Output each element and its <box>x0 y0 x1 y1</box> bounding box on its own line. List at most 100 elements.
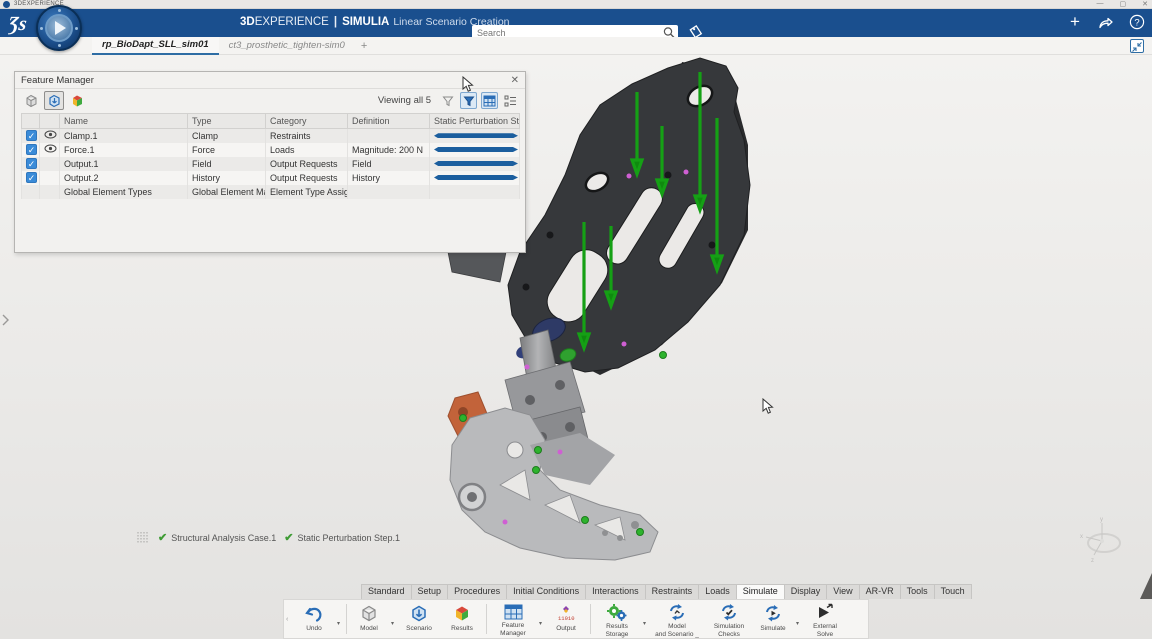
undo-dropdown-caret[interactable]: ▾ <box>334 601 343 637</box>
check-icon: ✔ <box>158 532 168 544</box>
results-view-icon[interactable] <box>67 91 87 110</box>
model-and-scenario-button[interactable]: Model and Scenario _ <box>649 601 705 638</box>
new-tab-button[interactable]: + <box>355 40 373 52</box>
minimize-button[interactable]: — <box>1097 0 1104 8</box>
ribbon-tab-ar-vr[interactable]: AR-VR <box>858 584 901 599</box>
col-name[interactable]: Name <box>59 113 188 129</box>
mouse-cursor <box>762 398 774 414</box>
results-storage-button[interactable]: Results Storage <box>594 601 640 638</box>
simulate-dropdown-caret[interactable]: ▾ <box>793 601 802 637</box>
share-button[interactable] <box>1097 13 1115 31</box>
cell-name[interactable]: Output.1 <box>59 156 188 171</box>
simulate-icon <box>763 603 783 624</box>
check-icon: ✔ <box>284 532 294 544</box>
visibility-eye-icon <box>44 130 57 139</box>
col-definition[interactable]: Definition <box>347 113 430 129</box>
table-view-icon[interactable] <box>481 92 498 109</box>
scenario-button[interactable]: Scenario <box>397 601 441 637</box>
collapse-window-icon[interactable] <box>1130 39 1144 53</box>
perturbation-step-status[interactable]: ✔ Static Perturbation Step.1 <box>284 531 400 544</box>
tree-view-icon[interactable] <box>502 92 519 109</box>
maximize-button[interactable]: ▢ <box>1120 0 1127 8</box>
simulation-checks-icon <box>719 603 739 622</box>
doc-tab-active[interactable]: rp_BioDapt_SLL_sim01 <box>92 37 219 55</box>
results-storage-dropdown-caret[interactable]: ▾ <box>640 601 649 637</box>
external-solve-button[interactable]: External Solve <box>802 601 848 638</box>
feature-manager-titlebar[interactable]: Feature Manager ✕ <box>15 72 525 89</box>
ribbon-tab-setup[interactable]: Setup <box>410 584 449 599</box>
close-button[interactable]: ✕ <box>1142 0 1148 8</box>
scenario-icon <box>409 603 429 624</box>
cell-name[interactable]: Global Element Types <box>59 184 188 199</box>
app-title: 3DEXPERIENCE | SIMULIA Linear Scenario Crea… <box>240 16 510 28</box>
table-row: ✓ Force.1 Force Loads Magnitude: 200 N <box>21 142 520 157</box>
table-row: ✓ Output.2 History Output Requests Histo… <box>21 170 520 185</box>
activation-bar[interactable] <box>434 175 518 180</box>
model-button[interactable]: Model <box>350 601 388 637</box>
svg-text:Ʒs: Ʒs <box>8 13 28 35</box>
model-view-icon[interactable] <box>21 91 41 110</box>
external-solve-icon <box>815 603 835 622</box>
panel-title: Feature Manager <box>21 74 94 86</box>
model-icon <box>359 603 379 624</box>
row-checkbox[interactable]: ✓ <box>26 144 37 155</box>
analysis-case-status[interactable]: ✔ Structural Analysis Case.1 <box>158 531 276 544</box>
feature-manager-icon <box>503 603 524 621</box>
feature-manager-button[interactable]: Feature Manager <box>490 601 536 637</box>
ribbon-tab-loads[interactable]: Loads <box>698 584 737 599</box>
filter-icon[interactable] <box>439 92 456 109</box>
undo-button[interactable]: Undo <box>294 601 334 637</box>
search-input[interactable] <box>472 27 662 38</box>
cell-name[interactable]: Clamp.1 <box>59 128 188 143</box>
3d-viewport[interactable]: Feature Manager ✕ Viewing all 5 Name Typ… <box>0 55 1152 639</box>
help-button[interactable]: ? <box>1128 13 1146 31</box>
cell-name[interactable]: Force.1 <box>59 142 188 157</box>
app-header: Ʒs 3DEXPERIENCE | SIMULIA Linear Scenario C… <box>0 5 1152 51</box>
app-icon <box>3 1 10 8</box>
panel-close-icon[interactable]: ✕ <box>511 75 519 86</box>
ribbon-tab-tools[interactable]: Tools <box>899 584 935 599</box>
output-button[interactable]: 11010 Output <box>545 601 587 637</box>
3dexperience-compass-icon[interactable] <box>36 5 82 51</box>
add-button[interactable]: + <box>1066 13 1084 31</box>
ribbon-tab-view[interactable]: View <box>826 584 860 599</box>
simulation-checks-button[interactable]: Simulation Checks <box>705 601 753 638</box>
activation-bar[interactable] <box>434 161 518 166</box>
col-category[interactable]: Category <box>265 113 348 129</box>
col-type[interactable]: Type <box>187 113 266 129</box>
activation-bar[interactable] <box>434 133 518 139</box>
col-static-perturbation[interactable]: Static Perturbation St... <box>429 113 520 129</box>
table-row: ✓ Clamp.1 Clamp Restraints <box>21 128 520 143</box>
cell-name[interactable]: Output.2 <box>59 170 188 185</box>
row-checkbox[interactable]: ✓ <box>26 172 37 183</box>
view-axis-triad[interactable]: y x z <box>1072 513 1134 565</box>
table-row: Global Element Types Global Element Map … <box>21 184 520 199</box>
model-dropdown-caret[interactable]: ▾ <box>388 601 397 637</box>
expand-panel-chevron-icon[interactable] <box>1 313 10 327</box>
results-button[interactable]: Results <box>441 601 483 637</box>
feature-manager-panel[interactable]: Feature Manager ✕ Viewing all 5 Name Typ… <box>14 71 526 253</box>
doc-tab-inactive[interactable]: ct3_prosthetic_tighten-sim0 <box>219 37 355 55</box>
viewing-count-label: Viewing all 5 <box>377 95 431 106</box>
activation-bar[interactable] <box>434 147 518 152</box>
row-checkbox[interactable]: ✓ <box>26 130 37 142</box>
ribbon-tab-simulate[interactable]: Simulate <box>735 584 785 599</box>
ribbon-tab-procedures[interactable]: Procedures <box>447 584 508 599</box>
feature-manager-dropdown-caret[interactable]: ▾ <box>536 601 545 637</box>
ribbon-tabbar: Standard Setup Procedures Initial Condit… <box>361 584 972 599</box>
ribbon-tab-initial-conditions[interactable]: Initial Conditions <box>506 584 587 599</box>
visibility-eye-icon <box>44 144 57 153</box>
svg-text:?: ? <box>1134 17 1139 28</box>
svg-text:x: x <box>1080 534 1083 540</box>
ribbon-tab-interactions[interactable]: Interactions <box>585 584 646 599</box>
toolbar-collapse-icon[interactable]: ‹ <box>286 601 294 637</box>
model-and-scenario-icon <box>667 603 687 622</box>
simulate-button[interactable]: Simulate <box>753 601 793 637</box>
scenario-view-icon[interactable] <box>44 91 64 110</box>
filter-active-icon[interactable] <box>460 92 477 109</box>
row-checkbox[interactable]: ✓ <box>26 158 37 169</box>
ribbon-tab-restraints[interactable]: Restraints <box>644 584 700 599</box>
ribbon-tab-touch[interactable]: Touch <box>933 584 972 599</box>
ribbon-tab-standard[interactable]: Standard <box>361 584 412 599</box>
ribbon-tab-display[interactable]: Display <box>783 584 828 599</box>
